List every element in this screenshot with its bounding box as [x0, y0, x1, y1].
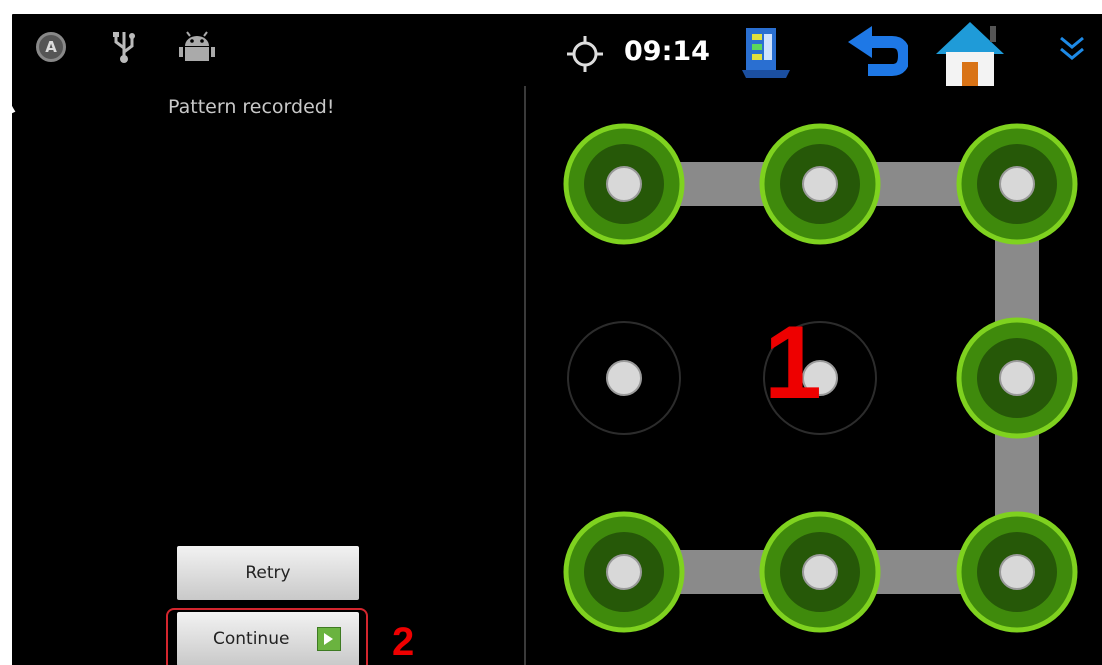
pattern-node-3[interactable]: [956, 123, 1078, 245]
pattern-node-2[interactable]: [759, 123, 881, 245]
annotation-marker-1: 1: [764, 305, 822, 421]
pattern-node-8[interactable]: [759, 511, 881, 633]
pattern-node-6[interactable]: [956, 317, 1078, 439]
pattern-lock-grid[interactable]: [12, 14, 1102, 665]
pattern-node-9[interactable]: [956, 511, 1078, 633]
pattern-node-4[interactable]: [567, 321, 681, 435]
pattern-node-1[interactable]: [563, 123, 685, 245]
pattern-node-7[interactable]: [563, 511, 685, 633]
device-screen: A 09:14 Pattern recorded! Retry Continue…: [12, 14, 1102, 665]
